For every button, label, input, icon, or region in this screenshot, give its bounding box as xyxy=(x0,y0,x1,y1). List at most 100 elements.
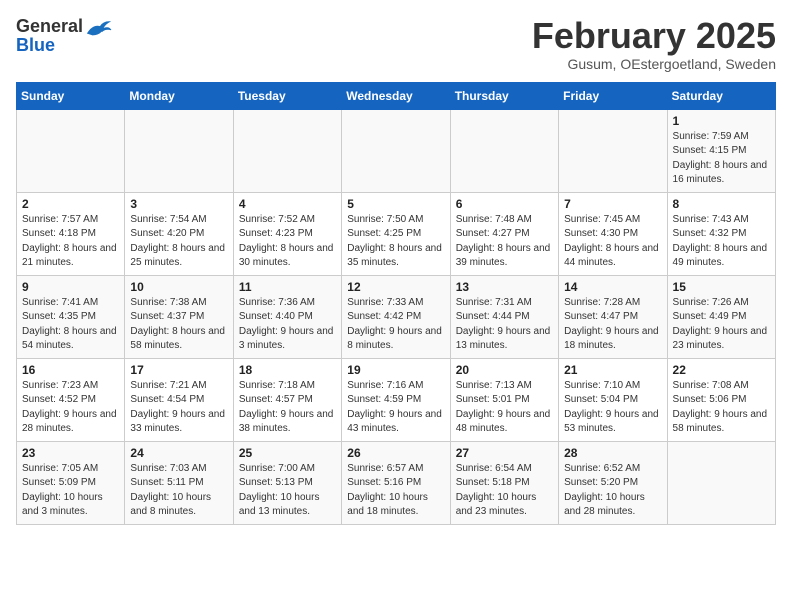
day-of-week-header: Saturday xyxy=(667,82,775,109)
logo-bird-icon xyxy=(85,16,113,38)
calendar-cell: 8 Sunrise: 7:43 AM Sunset: 4:32 PM Daylig… xyxy=(667,192,775,275)
day-info: Sunrise: 7:18 AM Sunset: 4:57 PM Dayligh… xyxy=(239,379,336,437)
day-info: Sunrise: 6:57 AM Sunset: 5:16 PM Dayligh… xyxy=(347,462,444,520)
day-info: Sunrise: 7:50 AM Sunset: 4:25 PM Dayligh… xyxy=(347,213,444,271)
day-of-week-header: Friday xyxy=(559,82,667,109)
day-info: Sunrise: 7:38 AM Sunset: 4:37 PM Dayligh… xyxy=(130,296,227,354)
day-info: Sunrise: 7:45 AM Sunset: 4:30 PM Dayligh… xyxy=(564,213,661,271)
calendar-cell: 5 Sunrise: 7:50 AM Sunset: 4:25 PM Daylig… xyxy=(342,192,450,275)
calendar-cell: 21 Sunrise: 7:10 AM Sunset: 5:04 PM Dayli… xyxy=(559,358,667,441)
calendar-table: SundayMondayTuesdayWednesdayThursdayFrid… xyxy=(16,82,776,525)
day-info: Sunrise: 7:59 AM Sunset: 4:15 PM Dayligh… xyxy=(673,130,770,188)
day-info: Sunrise: 7:08 AM Sunset: 5:06 PM Dayligh… xyxy=(673,379,770,437)
day-number: 12 xyxy=(347,280,444,294)
day-number: 21 xyxy=(564,363,661,377)
calendar-cell: 19Sunrise: 7:16 AM Sunset: 4:59 PM Dayli… xyxy=(342,358,450,441)
logo-blue-text: Blue xyxy=(16,36,55,56)
day-info: Sunrise: 7:28 AM Sunset: 4:47 PM Dayligh… xyxy=(564,296,661,354)
title-block: February 2025 Gusum, OEstergoetland, Swe… xyxy=(532,16,776,72)
calendar-cell: 9Sunrise: 7:41 AM Sunset: 4:35 PM Daylig… xyxy=(17,275,125,358)
day-number: 20 xyxy=(456,363,553,377)
day-info: Sunrise: 7:05 AM Sunset: 5:09 PM Dayligh… xyxy=(22,462,119,520)
calendar-cell: 20 Sunrise: 7:13 AM Sunset: 5:01 PM Dayli… xyxy=(450,358,558,441)
calendar-cell xyxy=(125,109,233,192)
calendar-cell: 3 Sunrise: 7:54 AM Sunset: 4:20 PM Daylig… xyxy=(125,192,233,275)
day-number: 17 xyxy=(130,363,227,377)
day-number: 6 xyxy=(456,197,553,211)
day-number: 24 xyxy=(130,446,227,460)
day-info: Sunrise: 6:52 AM Sunset: 5:20 PM Dayligh… xyxy=(564,462,661,520)
calendar-cell: 14 Sunrise: 7:28 AM Sunset: 4:47 PM Dayli… xyxy=(559,275,667,358)
day-info: Sunrise: 7:03 AM Sunset: 5:11 PM Dayligh… xyxy=(130,462,227,520)
day-number: 19 xyxy=(347,363,444,377)
day-info: Sunrise: 7:00 AM Sunset: 5:13 PM Dayligh… xyxy=(239,462,336,520)
calendar-cell xyxy=(233,109,341,192)
day-number: 28 xyxy=(564,446,661,460)
day-info: Sunrise: 7:57 AM Sunset: 4:18 PM Dayligh… xyxy=(22,213,119,271)
calendar-cell xyxy=(559,109,667,192)
calendar-cell xyxy=(342,109,450,192)
day-number: 16 xyxy=(22,363,119,377)
calendar-cell: 15Sunrise: 7:26 AM Sunset: 4:49 PM Dayli… xyxy=(667,275,775,358)
day-number: 4 xyxy=(239,197,336,211)
day-info: Sunrise: 7:52 AM Sunset: 4:23 PM Dayligh… xyxy=(239,213,336,271)
day-info: Sunrise: 7:23 AM Sunset: 4:52 PM Dayligh… xyxy=(22,379,119,437)
calendar-cell: 25 Sunrise: 7:00 AM Sunset: 5:13 PM Dayli… xyxy=(233,441,341,524)
day-number: 8 xyxy=(673,197,770,211)
day-number: 5 xyxy=(347,197,444,211)
day-number: 22 xyxy=(673,363,770,377)
calendar-cell: 28 Sunrise: 6:52 AM Sunset: 5:20 PM Dayli… xyxy=(559,441,667,524)
calendar-cell: 23 Sunrise: 7:05 AM Sunset: 5:09 PM Dayli… xyxy=(17,441,125,524)
day-number: 18 xyxy=(239,363,336,377)
day-number: 23 xyxy=(22,446,119,460)
day-info: Sunrise: 7:54 AM Sunset: 4:20 PM Dayligh… xyxy=(130,213,227,271)
day-number: 25 xyxy=(239,446,336,460)
calendar-cell: 7 Sunrise: 7:45 AM Sunset: 4:30 PM Daylig… xyxy=(559,192,667,275)
day-number: 2 xyxy=(22,197,119,211)
calendar-cell xyxy=(667,441,775,524)
day-info: Sunrise: 7:33 AM Sunset: 4:42 PM Dayligh… xyxy=(347,296,444,354)
calendar-header: SundayMondayTuesdayWednesdayThursdayFrid… xyxy=(17,82,776,109)
calendar-cell: 4 Sunrise: 7:52 AM Sunset: 4:23 PM Daylig… xyxy=(233,192,341,275)
day-of-week-header: Tuesday xyxy=(233,82,341,109)
day-info: Sunrise: 7:43 AM Sunset: 4:32 PM Dayligh… xyxy=(673,213,770,271)
day-number: 1 xyxy=(673,114,770,128)
month-title: February 2025 xyxy=(532,16,776,56)
page-header: General Blue February 2025 Gusum, OEster… xyxy=(16,16,776,72)
day-of-week-header: Wednesday xyxy=(342,82,450,109)
day-number: 14 xyxy=(564,280,661,294)
day-info: Sunrise: 6:54 AM Sunset: 5:18 PM Dayligh… xyxy=(456,462,553,520)
day-number: 15 xyxy=(673,280,770,294)
calendar-cell: 10 Sunrise: 7:38 AM Sunset: 4:37 PM Dayli… xyxy=(125,275,233,358)
calendar-cell: 18 Sunrise: 7:18 AM Sunset: 4:57 PM Dayli… xyxy=(233,358,341,441)
calendar-cell: 17 Sunrise: 7:21 AM Sunset: 4:54 PM Dayli… xyxy=(125,358,233,441)
calendar-cell: 2 Sunrise: 7:57 AM Sunset: 4:18 PM Daylig… xyxy=(17,192,125,275)
day-number: 26 xyxy=(347,446,444,460)
day-of-week-header: Sunday xyxy=(17,82,125,109)
day-info: Sunrise: 7:10 AM Sunset: 5:04 PM Dayligh… xyxy=(564,379,661,437)
day-info: Sunrise: 7:36 AM Sunset: 4:40 PM Dayligh… xyxy=(239,296,336,354)
day-number: 13 xyxy=(456,280,553,294)
calendar-cell: 11 Sunrise: 7:36 AM Sunset: 4:40 PM Dayli… xyxy=(233,275,341,358)
calendar-cell: 22 Sunrise: 7:08 AM Sunset: 5:06 PM Dayli… xyxy=(667,358,775,441)
calendar-cell xyxy=(450,109,558,192)
day-of-week-header: Monday xyxy=(125,82,233,109)
day-number: 10 xyxy=(130,280,227,294)
calendar-cell xyxy=(17,109,125,192)
calendar-cell: 24 Sunrise: 7:03 AM Sunset: 5:11 PM Dayli… xyxy=(125,441,233,524)
day-number: 7 xyxy=(564,197,661,211)
calendar-cell: 1 Sunrise: 7:59 AM Sunset: 4:15 PM Daylig… xyxy=(667,109,775,192)
day-of-week-header: Thursday xyxy=(450,82,558,109)
logo-general-text: General xyxy=(16,17,83,37)
day-number: 11 xyxy=(239,280,336,294)
calendar-cell: 16 Sunrise: 7:23 AM Sunset: 4:52 PM Dayli… xyxy=(17,358,125,441)
day-info: Sunrise: 7:21 AM Sunset: 4:54 PM Dayligh… xyxy=(130,379,227,437)
day-number: 3 xyxy=(130,197,227,211)
day-info: Sunrise: 7:13 AM Sunset: 5:01 PM Dayligh… xyxy=(456,379,553,437)
day-info: Sunrise: 7:48 AM Sunset: 4:27 PM Dayligh… xyxy=(456,213,553,271)
calendar-cell: 26 Sunrise: 6:57 AM Sunset: 5:16 PM Dayli… xyxy=(342,441,450,524)
day-number: 27 xyxy=(456,446,553,460)
logo: General Blue xyxy=(16,16,113,56)
day-info: Sunrise: 7:41 AM Sunset: 4:35 PM Dayligh… xyxy=(22,296,119,354)
calendar-cell: 6 Sunrise: 7:48 AM Sunset: 4:27 PM Daylig… xyxy=(450,192,558,275)
